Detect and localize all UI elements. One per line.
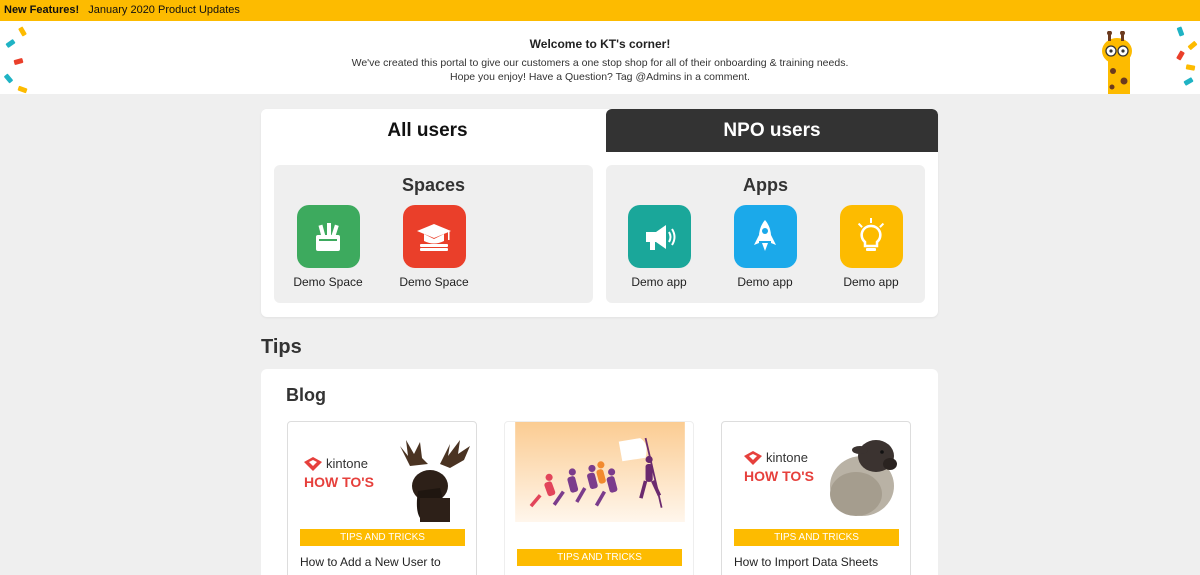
giraffe-mascot-icon bbox=[1102, 31, 1132, 94]
lightbulb-icon[interactable] bbox=[839, 205, 903, 268]
kintone-brand-text: kintone bbox=[766, 450, 808, 465]
howto-label: HOW TO'S bbox=[744, 468, 814, 484]
tips-and-tricks-tag[interactable]: TIPS AND TRICKS bbox=[300, 529, 465, 546]
confetti-decoration bbox=[1176, 26, 1185, 37]
tips-heading: Tips bbox=[261, 336, 302, 358]
blog-post-card[interactable]: TIPS AND TRICKS bbox=[504, 421, 694, 575]
welcome-banner: Welcome to KT's corner! We've created th… bbox=[0, 21, 1200, 94]
space-tile-2[interactable]: Demo Space bbox=[394, 205, 474, 289]
howto-label: HOW TO'S bbox=[304, 474, 374, 490]
space-tile-1[interactable]: Demo Space bbox=[288, 205, 368, 289]
graduation-cap-icon[interactable] bbox=[402, 205, 466, 268]
app-label[interactable]: Demo app bbox=[619, 275, 699, 289]
kintone-brand-text: kintone bbox=[326, 456, 368, 471]
welcome-question-note: Hope you enjoy! Have a Question? Tag @Ad… bbox=[450, 71, 750, 83]
space-label[interactable]: Demo Space bbox=[288, 275, 368, 289]
apps-heading: Apps bbox=[743, 175, 788, 195]
sheep-image-icon bbox=[830, 440, 897, 516]
kintone-logo-icon bbox=[744, 450, 762, 465]
announcement-text[interactable]: January 2020 Product Updates bbox=[88, 4, 240, 16]
blog-post-card[interactable]: kintone HOW TO'S TIPS AND TRICKS How to … bbox=[287, 421, 477, 575]
announcement-label: New Features! bbox=[4, 4, 80, 16]
spaces-heading: Spaces bbox=[401, 175, 466, 195]
app-tile-2[interactable]: Demo app bbox=[725, 205, 805, 289]
app-tile-1[interactable]: Demo app bbox=[619, 205, 699, 289]
space-label[interactable]: Demo Space bbox=[394, 275, 474, 289]
tab-npo-users[interactable]: NPO users bbox=[606, 109, 938, 152]
kintone-logo: kintone bbox=[304, 456, 368, 471]
blog-post-card[interactable]: kintone HOW TO'S TIPS AND TRICKS How to … bbox=[721, 421, 911, 575]
app-label[interactable]: Demo app bbox=[725, 275, 805, 289]
tips-and-tricks-tag[interactable]: TIPS AND TRICKS bbox=[734, 529, 899, 546]
spaces-panel: Spaces Demo Space Demo Space bbox=[274, 165, 593, 303]
confetti-decoration bbox=[18, 26, 27, 37]
welcome-description: We've created this portal to give our cu… bbox=[351, 57, 849, 69]
moose-image-icon bbox=[400, 440, 470, 522]
announcement-bar[interactable]: New Features! January 2020 Product Updat… bbox=[0, 0, 1200, 21]
post-title[interactable]: How to Import Data Sheets bbox=[734, 554, 904, 570]
confetti-decoration bbox=[17, 85, 28, 94]
tab-all-users[interactable]: All users bbox=[261, 109, 594, 152]
welcome-title: Welcome to KT's corner! bbox=[529, 37, 671, 51]
user-tabs-card: All users NPO users Spaces Demo Space De… bbox=[261, 109, 938, 317]
post-thumbnail: kintone HOW TO'S bbox=[288, 422, 476, 522]
post-thumbnail: kintone HOW TO'S bbox=[722, 422, 910, 522]
kintone-logo: kintone bbox=[744, 450, 808, 465]
megaphone-icon[interactable] bbox=[627, 205, 691, 268]
rocket-icon[interactable] bbox=[733, 205, 797, 268]
app-tile-3[interactable]: Demo app bbox=[831, 205, 911, 289]
tips-and-tricks-tag[interactable]: TIPS AND TRICKS bbox=[517, 549, 682, 566]
app-label[interactable]: Demo app bbox=[831, 275, 911, 289]
toolbox-icon[interactable] bbox=[296, 205, 360, 268]
blog-heading: Blog bbox=[286, 385, 326, 405]
kintone-logo-icon bbox=[304, 456, 322, 471]
team-running-illustration-icon bbox=[515, 422, 685, 522]
post-title[interactable]: How to Add a New User to bbox=[300, 554, 470, 570]
blog-section: Blog kintone HOW TO'S TIPS AND TRICKS Ho… bbox=[261, 369, 938, 575]
apps-panel: Apps Demo app Demo app Demo app bbox=[606, 165, 925, 303]
